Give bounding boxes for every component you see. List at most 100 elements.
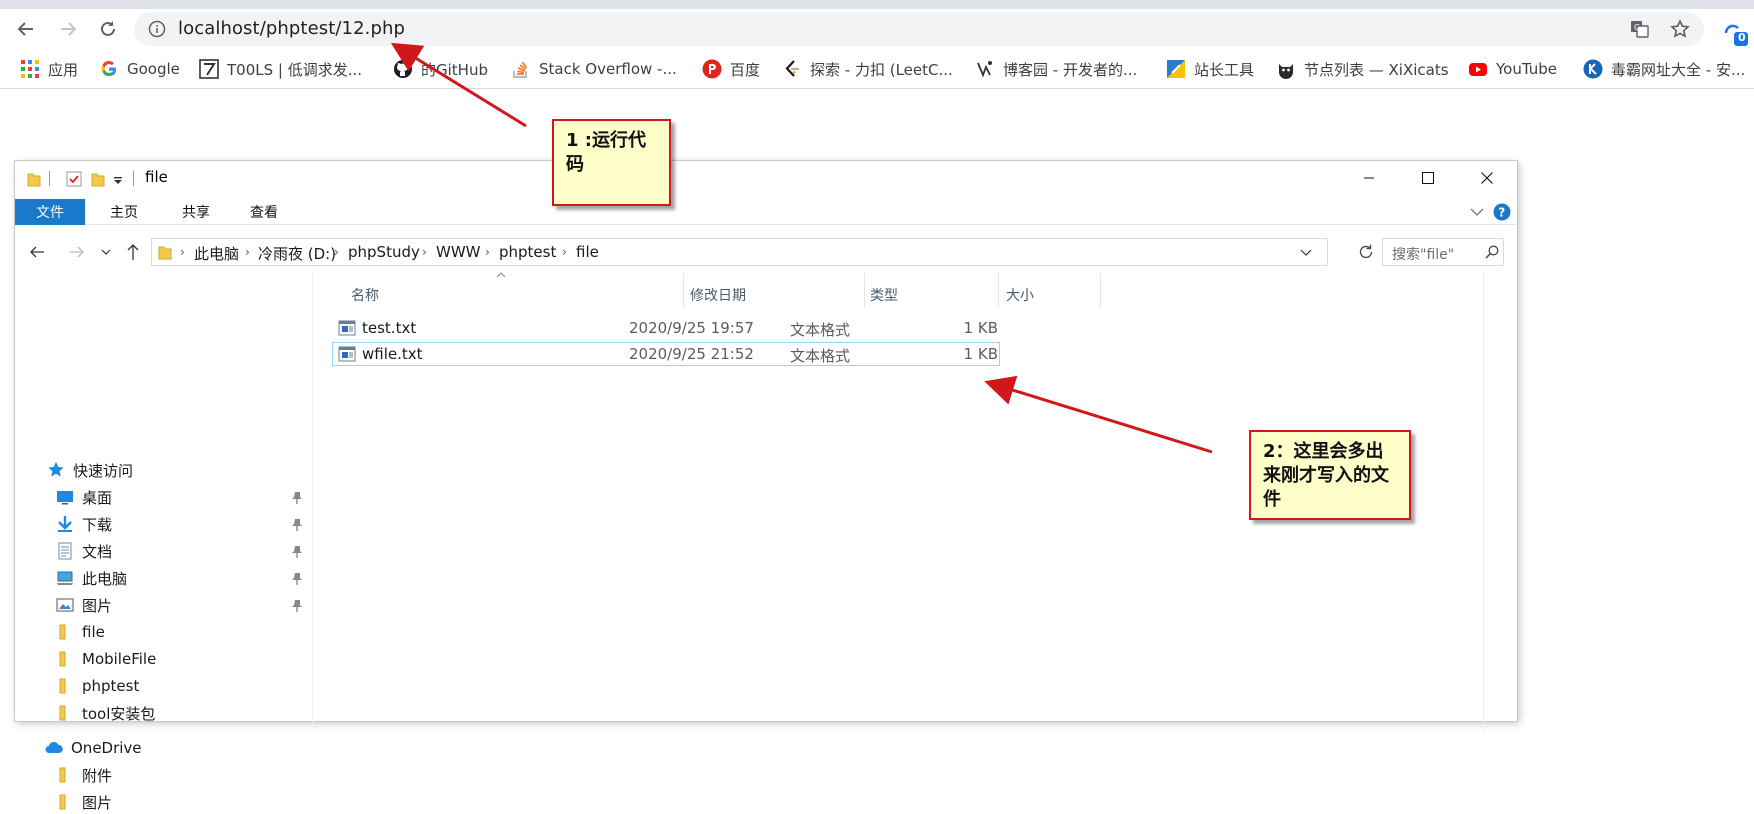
bookmark-item[interactable]: 探索 - 力扣 (LeetC...	[782, 57, 953, 81]
quick-access-divider	[49, 171, 50, 186]
folder-icon	[59, 651, 66, 667]
reload-icon	[101, 21, 115, 36]
forward-button[interactable]	[54, 15, 82, 43]
up-icon[interactable]	[125, 243, 141, 261]
tab-view[interactable]: 查看	[229, 199, 299, 225]
new-folder-icon[interactable]	[91, 171, 105, 187]
tab-strip	[0, 0, 1754, 9]
onedrive-cloud-icon	[45, 741, 63, 753]
baidu-icon	[702, 59, 722, 79]
folder-icon	[59, 678, 66, 694]
stackoverflow-icon	[513, 61, 528, 78]
breadcrumb-separator: ›	[245, 245, 250, 259]
pin-icon[interactable]	[291, 491, 303, 505]
search-input[interactable]: 搜索"file"	[1382, 238, 1504, 266]
properties-checkbox-icon[interactable]	[66, 171, 82, 187]
bookmark-item[interactable]: 应用	[20, 57, 78, 81]
info-icon[interactable]	[148, 20, 166, 38]
breadcrumb-separator: ›	[180, 245, 185, 259]
bookmark-item[interactable]: 百度	[702, 57, 760, 81]
nav-quick-access[interactable]: 快速访问	[47, 458, 133, 482]
recent-locations-icon[interactable]	[101, 247, 111, 257]
close-button[interactable]	[1458, 161, 1516, 195]
column-header-name[interactable]: 名称	[351, 285, 379, 305]
nav-folder[interactable]: tool安装包	[56, 701, 155, 725]
column-divider[interactable]	[1100, 273, 1101, 308]
refresh-icon[interactable]	[1357, 243, 1375, 261]
breadcrumb[interactable]: › 此电脑 › 冷雨夜 (D:) › phpStudy › WWW › phpt…	[151, 238, 1328, 266]
breadcrumb-item[interactable]: 此电脑	[194, 243, 239, 264]
download-icon	[58, 516, 72, 532]
breadcrumb-item[interactable]: file	[576, 243, 599, 261]
address-row: › 此电脑 › 冷雨夜 (D:) › phpStudy › WWW › phpt…	[15, 235, 1517, 269]
github-icon	[394, 60, 412, 78]
breadcrumb-item[interactable]: 冷雨夜 (D:)	[258, 243, 336, 264]
pin-icon[interactable]	[291, 599, 303, 613]
tab-home[interactable]: 主页	[85, 199, 163, 225]
nav-item-pictures[interactable]: 图片	[56, 593, 112, 617]
forward-arrow-icon	[61, 22, 77, 36]
bookmark-item[interactable]: T00LS | 低调求发...	[199, 57, 362, 81]
nav-onedrive[interactable]: OneDrive	[45, 736, 142, 760]
browser-toolbar: localhost/phptest/12.php G 0	[0, 9, 1754, 47]
nav-item-desktop[interactable]: 桌面	[56, 485, 112, 509]
breadcrumb-separator: ›	[334, 245, 339, 259]
pin-icon[interactable]	[291, 545, 303, 559]
bookmark-item[interactable]: Stack Overflow -...	[511, 57, 677, 81]
bookmark-star-icon[interactable]	[1670, 19, 1690, 39]
breadcrumb-item[interactable]: phptest	[499, 243, 556, 261]
nav-item-documents[interactable]: 文档	[56, 539, 112, 563]
column-header-type[interactable]: 类型	[870, 285, 898, 305]
customize-dropdown-icon[interactable]	[112, 171, 124, 187]
nav-folder[interactable]: file	[56, 620, 105, 644]
expand-ribbon-icon[interactable]	[1470, 207, 1484, 217]
text-file-icon	[338, 320, 356, 336]
minimize-button[interactable]	[1340, 161, 1398, 195]
address-dropdown-icon[interactable]	[1300, 248, 1312, 258]
bookmark-item[interactable]: 博客园 - 开发者的...	[975, 57, 1137, 81]
nav-folder[interactable]: 附件	[56, 763, 112, 787]
column-divider[interactable]	[864, 273, 865, 308]
column-divider[interactable]	[683, 273, 684, 308]
pin-icon[interactable]	[291, 518, 303, 532]
maximize-button[interactable]	[1399, 161, 1457, 195]
tab-share[interactable]: 共享	[163, 199, 229, 225]
pane-divider	[1483, 271, 1484, 731]
nav-folder[interactable]: 图片	[56, 790, 112, 814]
google-icon	[101, 60, 116, 77]
reload-button[interactable]	[94, 15, 122, 43]
back-button[interactable]	[12, 15, 40, 43]
translate-icon[interactable]: G	[1630, 19, 1650, 39]
bookmark-item[interactable]: 的GitHub	[393, 57, 488, 81]
bookmark-item[interactable]: 节点列表 — XiXicats	[1276, 57, 1449, 81]
column-header-size[interactable]: 大小	[1006, 285, 1034, 305]
bookmark-item[interactable]: 站长工具	[1166, 57, 1254, 81]
bookmark-item[interactable]: YouTube	[1468, 57, 1557, 81]
breadcrumb-separator: ›	[485, 245, 490, 259]
pin-icon[interactable]	[291, 572, 303, 586]
column-divider[interactable]	[998, 273, 999, 308]
tab-file[interactable]: 文件	[15, 199, 85, 225]
back-icon[interactable]	[29, 244, 45, 260]
address-bar[interactable]: localhost/phptest/12.php G	[134, 12, 1704, 46]
help-icon[interactable]: ?	[1493, 203, 1511, 221]
close-icon	[1481, 172, 1493, 184]
pictures-icon	[56, 598, 74, 612]
nav-folder[interactable]: phptest	[56, 674, 139, 698]
nav-folder[interactable]: MobileFile	[56, 647, 156, 671]
column-header-date[interactable]: 修改日期	[690, 285, 746, 305]
folder-icon	[59, 767, 66, 783]
window-title: file	[145, 168, 168, 186]
table-row[interactable]: test.txt 2020/9/25 19:57 文本格式 1 KB	[332, 316, 1000, 340]
nav-item-downloads[interactable]: 下载	[56, 512, 112, 536]
table-row-selected[interactable]: wfile.txt 2020/9/25 21:52 文本格式 1 KB	[332, 342, 1000, 366]
nav-item-this-pc[interactable]: 此电脑	[56, 566, 127, 590]
url-text[interactable]: localhost/phptest/12.php	[178, 18, 405, 39]
file-date: 2020/9/25 21:52	[629, 345, 754, 363]
bookmark-item[interactable]: 毒霸网址大全 - 安...	[1583, 57, 1745, 81]
breadcrumb-item[interactable]: phpStudy	[348, 243, 420, 261]
bookmark-item[interactable]: Google	[99, 57, 180, 81]
extension-button[interactable]: 0	[1720, 18, 1750, 48]
breadcrumb-item[interactable]: WWW	[436, 243, 481, 261]
forward-icon[interactable]	[69, 244, 85, 260]
